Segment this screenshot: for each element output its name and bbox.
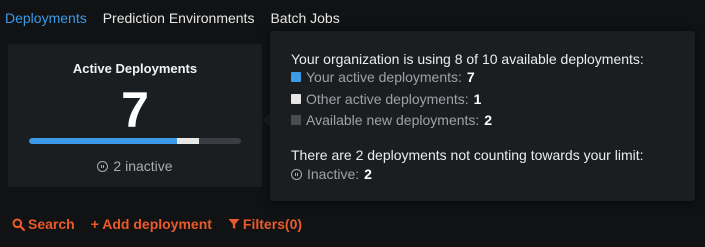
legend-label: Other active deployments: [306,91,469,107]
tab-deployments[interactable]: Deployments [5,10,87,26]
legend-square-icon [291,94,301,104]
legend-row-own: Your active deployments: 7 [291,69,475,85]
inactive-value: 2 [364,166,372,182]
tab-batch-jobs[interactable]: Batch Jobs [270,10,339,26]
legend-value: 2 [484,112,493,128]
legend-label: Your active deployments: [306,69,462,85]
action-bar: Search + Add deployment Filters(0) [12,216,318,232]
add-deployment-button[interactable]: + Add deployment [91,216,212,232]
tab-prediction-environments[interactable]: Prediction Environments [103,10,255,26]
legend-value: 1 [473,91,482,107]
legend-square-icon [291,115,301,125]
usage-bar [29,138,241,144]
legend-row-other: Other active deployments: 1 [291,91,481,107]
inactive-label: Inactive: [307,166,360,182]
pause-circle-icon [291,168,302,180]
active-deployments-count: 7 [121,82,149,138]
pause-circle-icon [97,160,109,172]
tooltip-inactive-row: Inactive: 2 [291,166,372,182]
search-button[interactable]: Search [12,216,75,232]
legend-value: 7 [466,69,475,85]
tooltip-note: There are 2 deployments not counting tow… [291,147,644,163]
usage-bar-other-segment [177,138,199,144]
tooltip-headline: Your organization is using 8 of 10 avail… [291,51,644,67]
active-deployments-card[interactable]: Active Deployments 7 2 inactive [8,44,262,187]
tooltip-arrow [263,113,270,127]
add-deployment-label: + Add deployment [90,216,212,232]
legend-row-available: Available new deployments: 2 [291,112,492,128]
inactive-count-text: 2 inactive [113,158,173,174]
usage-tooltip: Your organization is using 8 of 10 avail… [270,31,695,201]
usage-bar-own-segment [29,138,178,144]
deployments-page: Deployments Prediction Environments Batc… [0,0,705,247]
search-label: Search [28,216,75,232]
legend-label: Available new deployments: [306,112,480,128]
filter-icon [228,219,240,229]
inactive-summary: 2 inactive [8,158,262,174]
search-icon [12,218,25,231]
card-title: Active Deployments [72,61,198,76]
legend-square-icon [291,72,301,82]
filters-button[interactable]: Filters(0) [228,216,302,232]
filters-label: Filters(0) [242,216,303,232]
